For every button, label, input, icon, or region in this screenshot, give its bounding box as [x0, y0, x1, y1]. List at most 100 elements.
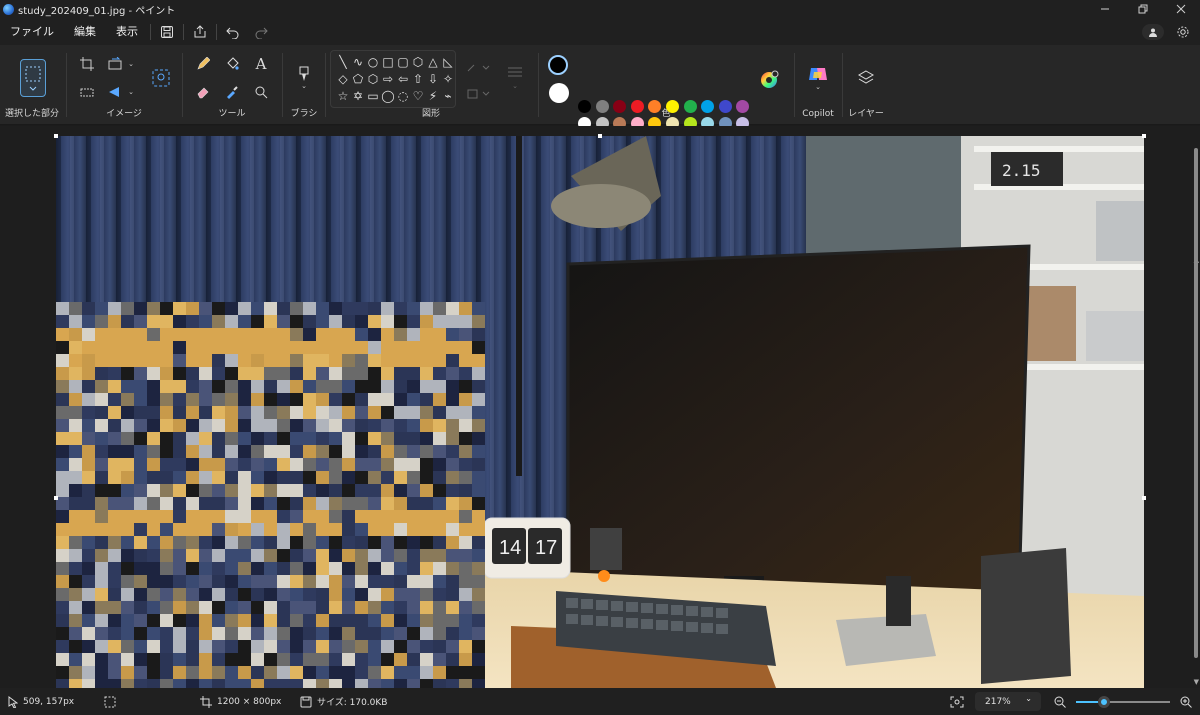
restore-button[interactable]: [1124, 0, 1162, 18]
mosaic-tile: [368, 510, 381, 523]
shape-option[interactable]: ⇧: [410, 71, 426, 87]
pencil-button[interactable]: [192, 53, 214, 75]
shape-option[interactable]: ☆: [335, 88, 351, 104]
account-button[interactable]: [1142, 23, 1164, 40]
resize-handle-ne[interactable]: [1142, 134, 1146, 138]
fill-button[interactable]: [221, 53, 243, 75]
undo-button[interactable]: [219, 18, 247, 45]
text-button[interactable]: A: [250, 53, 272, 75]
shape-option[interactable]: ▭: [365, 88, 381, 104]
shape-option[interactable]: ∿: [350, 54, 366, 70]
shape-option[interactable]: ▢: [395, 54, 411, 70]
resize-handle-n[interactable]: [598, 134, 602, 138]
color-picker-button[interactable]: [221, 81, 243, 103]
mosaic-tile: [407, 380, 420, 393]
shape-option[interactable]: ♡: [410, 88, 426, 104]
mosaic-tile: [355, 679, 368, 688]
shape-option[interactable]: □: [380, 54, 396, 70]
mosaic-tile: [368, 627, 381, 640]
mosaic-tile: [472, 523, 485, 536]
zoom-in-button[interactable]: [1180, 688, 1192, 715]
scroll-down-icon[interactable]: ▼: [1194, 678, 1199, 686]
save-button[interactable]: [153, 18, 181, 45]
shape-option[interactable]: ○: [365, 54, 381, 70]
mosaic-tile: [134, 536, 147, 549]
mosaic-tile: [277, 536, 290, 549]
color-swatch[interactable]: [578, 100, 591, 113]
layers-button[interactable]: [855, 67, 877, 89]
shape-option[interactable]: ⇦: [395, 71, 411, 87]
rotate-dropdown[interactable]: ⌄: [124, 53, 138, 75]
resize-handle-nw[interactable]: [54, 134, 58, 138]
mosaic-tile: [407, 575, 420, 588]
menu-edit[interactable]: 編集: [64, 18, 106, 45]
shape-option[interactable]: ⇩: [425, 71, 441, 87]
shape-option[interactable]: ◺: [440, 54, 456, 70]
zoom-slider-thumb[interactable]: [1098, 696, 1111, 708]
shape-option[interactable]: ◌: [395, 88, 411, 104]
remove-background-button[interactable]: [150, 67, 172, 89]
outline-button[interactable]: [464, 57, 492, 79]
redo-button[interactable]: [247, 18, 275, 45]
image-canvas[interactable]: 2.15 14 17: [56, 136, 1144, 688]
zoom-out-button[interactable]: [1054, 688, 1066, 715]
shape-size-dropdown[interactable]: ⌄: [503, 79, 527, 93]
color-swatch[interactable]: [595, 100, 609, 113]
mosaic-tile: [381, 471, 394, 484]
select-tool-button[interactable]: [20, 59, 46, 97]
eraser-button[interactable]: [192, 81, 214, 103]
resize-handle-e[interactable]: [1142, 496, 1146, 500]
zoom-level-select[interactable]: 217% ⌄: [975, 692, 1041, 711]
shape-option[interactable]: ✡: [350, 88, 366, 104]
vertical-scrollbar[interactable]: [1194, 148, 1198, 658]
mosaic-tile: [251, 653, 264, 666]
shape-fill-button[interactable]: [464, 83, 492, 105]
color-swatch[interactable]: [630, 100, 644, 113]
mosaic-tile: [355, 510, 368, 523]
brush-dropdown[interactable]: ⌄: [293, 79, 315, 93]
color-swatch[interactable]: [718, 100, 732, 113]
flip-button[interactable]: [104, 81, 126, 103]
rotate-icon: [108, 57, 122, 70]
secondary-color[interactable]: [549, 83, 569, 103]
mosaic-tile: [355, 341, 368, 354]
fit-to-window-button[interactable]: [950, 688, 964, 715]
shape-option[interactable]: △: [425, 54, 441, 70]
shape-option[interactable]: ✧: [440, 71, 456, 87]
shape-option[interactable]: ╲: [335, 54, 351, 70]
magnifier-button[interactable]: [250, 81, 272, 103]
color-swatch[interactable]: [683, 100, 697, 113]
mosaic-tile: [238, 380, 251, 393]
close-button[interactable]: [1162, 0, 1200, 18]
shape-option[interactable]: ⇨: [380, 71, 396, 87]
shape-option[interactable]: ◇: [335, 71, 351, 87]
shape-option[interactable]: ⚡: [425, 88, 441, 104]
mosaic-tile: [69, 458, 82, 471]
share-button[interactable]: [186, 18, 214, 45]
resize-button[interactable]: [76, 81, 98, 103]
color-swatch[interactable]: [666, 100, 679, 113]
crop-button[interactable]: [76, 53, 98, 75]
mosaic-tile: [290, 341, 303, 354]
settings-button[interactable]: [1172, 21, 1194, 43]
menu-view[interactable]: 表示: [106, 18, 148, 45]
mosaic-tile: [69, 354, 82, 367]
chevron-down-icon: ⌄: [301, 82, 307, 90]
flip-dropdown[interactable]: ⌄: [124, 81, 138, 103]
primary-color[interactable]: [548, 55, 568, 75]
mosaic-tile: [420, 354, 433, 367]
copilot-dropdown[interactable]: ⌄: [807, 81, 829, 93]
resize-handle-w[interactable]: [54, 496, 58, 500]
shape-option[interactable]: ⌁: [440, 88, 456, 104]
edit-colors-button[interactable]: [758, 69, 780, 91]
shape-option[interactable]: ⬡: [410, 54, 426, 70]
rotate-button[interactable]: [104, 53, 126, 75]
shape-option[interactable]: ◯: [380, 88, 396, 104]
shape-option[interactable]: ⬡: [365, 71, 381, 87]
zoom-slider[interactable]: [1076, 696, 1170, 708]
shape-option[interactable]: ⬠: [350, 71, 366, 87]
mosaic-tile: [290, 445, 303, 458]
menu-file[interactable]: ファイル: [0, 18, 64, 45]
mosaic-tile: [355, 653, 368, 666]
minimize-button[interactable]: [1086, 0, 1124, 18]
